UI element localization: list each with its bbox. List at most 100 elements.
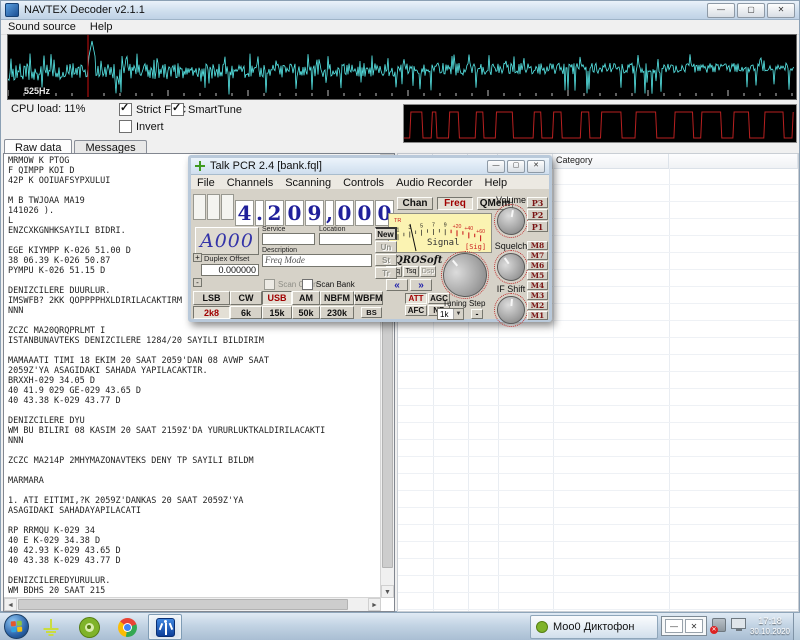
freq-digit-cell[interactable] (221, 194, 234, 220)
spectrum-display[interactable]: 525Hz (7, 34, 797, 100)
button-item-m4[interactable]: M4 (527, 281, 548, 290)
checkbox-box[interactable] (171, 103, 184, 116)
taskbar-app-chrome[interactable] (110, 614, 144, 640)
freq-digit-cell[interactable]: . (255, 200, 264, 226)
task-button-moo0[interactable]: Моо0 Диктофон (530, 615, 658, 639)
freq-digit-cell[interactable]: 2 (265, 200, 284, 226)
menu-item-sound-source[interactable]: Sound source (1, 21, 83, 33)
checkbox-item-invert[interactable]: Invert (119, 120, 164, 133)
bs-button[interactable]: BS (361, 307, 382, 318)
freq-digit-cell[interactable]: 4 (235, 200, 254, 226)
mode-item-cw[interactable]: CW (230, 291, 262, 305)
chevron-down-icon[interactable]: ▼ (453, 309, 463, 319)
column-header-item-category[interactable]: Category (553, 154, 669, 168)
menu-item-help[interactable]: Help (83, 21, 120, 33)
horizontal-scrollbar[interactable]: ◄ ► (4, 597, 381, 611)
tuning-step-minus-button[interactable]: - (471, 309, 483, 319)
duplex-minus-button[interactable]: - (193, 278, 202, 287)
checkbox-item-smarttune[interactable]: SmartTune (171, 103, 242, 116)
hscroll-thumb[interactable] (18, 599, 348, 610)
button-item-m6[interactable]: M6 (527, 261, 548, 270)
scan-down-button[interactable]: « (386, 279, 408, 291)
description-field[interactable]: Freq Mode (262, 254, 372, 267)
duplex-plus-button[interactable]: + (193, 253, 202, 262)
service-field[interactable] (262, 233, 315, 245)
tray-display-icon[interactable] (731, 618, 746, 629)
freq-digit-cell[interactable]: 0 (355, 200, 374, 226)
button-item-dsp[interactable]: Dsp (420, 266, 436, 277)
freq-digit-cell[interactable]: 0 (335, 200, 354, 226)
toggle-item-afc[interactable]: AFC (405, 305, 427, 316)
checkbox-box[interactable] (302, 279, 313, 290)
button-item-tsq[interactable]: Tsq (403, 266, 419, 277)
navtex-titlebar[interactable]: NAVTEX Decoder v2.1.1 —▢✕ (1, 1, 799, 20)
location-field[interactable] (319, 233, 372, 245)
button-item-m3[interactable]: M3 (527, 291, 548, 300)
bandwidth-item-2k8[interactable]: 2k8 (193, 306, 230, 319)
navtex-restore-button[interactable]: ▢ (737, 3, 765, 18)
checkbox-box[interactable] (264, 279, 275, 290)
button-item-st[interactable]: St (375, 254, 397, 266)
item-squelch-knob[interactable] (492, 248, 531, 287)
show-desktop-button[interactable] (793, 613, 800, 640)
taskbar-app-green-ring[interactable] (72, 614, 106, 640)
talkpcr-titlebar[interactable]: Talk PCR 2.4 [bank.fql] —▢✕ (191, 158, 549, 175)
scroll-down-icon[interactable]: ▼ (381, 585, 394, 598)
bandwidth-item-15k[interactable]: 15k (262, 306, 292, 319)
scan-bank-checkbox[interactable]: Scan Bank (302, 279, 355, 290)
scan-up-button[interactable]: » (410, 279, 432, 291)
button-item-un[interactable]: Un (375, 241, 397, 253)
toggle-item-att[interactable]: ATT (405, 293, 427, 304)
freq-digit-cell[interactable]: 0 (285, 200, 304, 226)
navtex-close-button[interactable]: ✕ (767, 3, 795, 18)
talkpcr-close-button[interactable]: ✕ (527, 160, 545, 173)
button-item-m5[interactable]: M5 (527, 271, 548, 280)
mode-item-usb[interactable]: USB (262, 291, 292, 305)
freq-digit-cell[interactable] (193, 194, 206, 220)
start-button[interactable] (4, 614, 29, 639)
bandwidth-item-6k[interactable]: 6k (230, 306, 262, 319)
button-item-freq[interactable]: Freq (437, 197, 473, 210)
pcr-menu-item-channels[interactable]: Channels (221, 177, 279, 189)
scroll-right-icon[interactable]: ► (368, 598, 381, 611)
scroll-left-icon[interactable]: ◄ (4, 598, 17, 611)
button-item-p3[interactable]: P3 (527, 197, 548, 208)
mini-close-button[interactable]: ✕ (685, 619, 703, 633)
button-item-new[interactable]: New (375, 227, 397, 240)
talkpcr-restore-button[interactable]: ▢ (507, 160, 525, 173)
duplex-offset-value[interactable]: 0.000000 (201, 264, 259, 276)
checkbox-box[interactable] (119, 103, 132, 116)
pcr-menu-item-file[interactable]: File (191, 177, 221, 189)
taskbar-app-blue-antenna[interactable] (148, 614, 182, 640)
checkbox-box[interactable] (119, 120, 132, 133)
navtex-minimize-button[interactable]: — (707, 3, 735, 18)
taskbar-clock[interactable]: 17:18 30.10.2020 (748, 616, 792, 636)
bandwidth-item-50k[interactable]: 50k (292, 306, 320, 319)
freq-digit-cell[interactable] (207, 194, 220, 220)
mini-minimize-button[interactable]: — (665, 619, 683, 633)
mode-item-nbfm[interactable]: NBFM (320, 291, 354, 305)
pcr-menu-item-help[interactable]: Help (479, 177, 514, 189)
mode-item-am[interactable]: AM (292, 291, 320, 305)
button-item-m1[interactable]: M1 (527, 311, 548, 320)
pcr-menu-item-controls[interactable]: Controls (337, 177, 390, 189)
button-item-m2[interactable]: M2 (527, 301, 548, 310)
mode-item-wbfm[interactable]: WBFM (354, 291, 383, 305)
mode-item-lsb[interactable]: LSB (193, 291, 230, 305)
tray-audio-icon[interactable]: ✕ (712, 618, 726, 632)
button-item-p1[interactable]: P1 (527, 221, 548, 232)
button-item-tr[interactable]: Tr (375, 267, 397, 279)
button-item-chan[interactable]: Chan (397, 197, 433, 210)
button-item-m7[interactable]: M7 (527, 251, 548, 260)
button-item-m8[interactable]: M8 (527, 241, 548, 250)
bandwidth-item-230k[interactable]: 230k (320, 306, 354, 319)
pcr-menu-item-audio-recorder[interactable]: Audio Recorder (390, 177, 478, 189)
talkpcr-minimize-button[interactable]: — (487, 160, 505, 173)
freq-digit-cell[interactable]: , (325, 200, 334, 226)
freq-digit-cell[interactable]: 9 (305, 200, 324, 226)
tuning-step-select[interactable]: 1k ▼ (437, 308, 464, 320)
taskbar-app-ground-antenna[interactable] (34, 614, 68, 640)
button-item-p2[interactable]: P2 (527, 209, 548, 220)
column-header-blank[interactable] (669, 154, 798, 168)
pcr-menu-item-scanning[interactable]: Scanning (279, 177, 337, 189)
